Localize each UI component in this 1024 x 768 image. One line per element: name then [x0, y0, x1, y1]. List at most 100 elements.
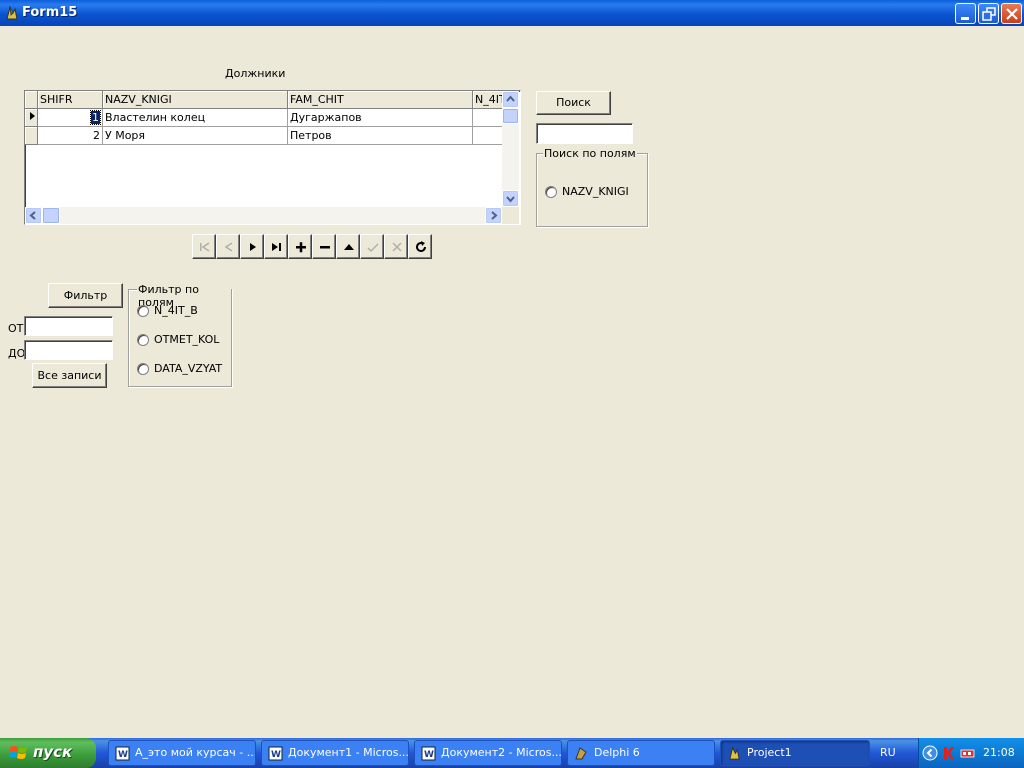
language-indicator[interactable]: RU: [880, 746, 896, 759]
radio-n-4it-b[interactable]: [137, 305, 149, 317]
grid-header-shifr[interactable]: SHIFR: [38, 91, 103, 109]
scroll-corner: [502, 207, 519, 224]
kaspersky-icon[interactable]: [941, 745, 957, 761]
table-cell[interactable]: Властелин колец: [103, 109, 288, 127]
scroll-left-button[interactable]: [25, 207, 42, 224]
grid-header-indicator: [25, 91, 38, 109]
insert-icon: [296, 242, 306, 253]
row-indicator[interactable]: [25, 127, 38, 145]
grid-caption: Должники: [225, 67, 286, 80]
grid-horizontal-scrollbar[interactable]: [25, 207, 502, 224]
system-tray: 21:08: [918, 738, 1024, 768]
from-label: ОТ: [8, 322, 24, 335]
nav-first-button[interactable]: [192, 234, 216, 259]
radio-nazv-knigi[interactable]: [545, 186, 557, 198]
taskbar-item-label: Delphi 6: [594, 746, 640, 759]
taskbar-item[interactable]: W Документ2 - Micros...: [414, 740, 562, 766]
search-group-caption: Поиск по полям: [543, 147, 637, 160]
taskbar-item[interactable]: Delphi 6: [567, 740, 715, 766]
restore-button[interactable]: [978, 3, 999, 24]
minimize-icon: [961, 17, 969, 20]
delphi-icon: [575, 747, 587, 760]
nav-delete-button[interactable]: [312, 234, 336, 259]
next-icon: [250, 243, 256, 251]
title-bar[interactable]: Form15: [0, 0, 1024, 26]
all-records-button[interactable]: Все записи: [32, 363, 107, 388]
grid-vertical-scrollbar[interactable]: [502, 91, 519, 207]
scroll-thumb[interactable]: [42, 207, 60, 224]
nav-edit-button[interactable]: [336, 234, 360, 259]
table-cell[interactable]: Дугаржапов: [288, 109, 473, 127]
row-indicator[interactable]: [25, 109, 38, 127]
refresh-icon: [416, 241, 426, 252]
grid-header-fam-chit[interactable]: FAM_CHIT: [288, 91, 473, 109]
nav-last-button[interactable]: [264, 234, 288, 259]
delphi-app-icon: [729, 746, 740, 760]
table-cell[interactable]: У Моря: [103, 127, 288, 145]
to-input[interactable]: [24, 340, 113, 360]
delete-icon: [320, 246, 330, 249]
minimize-button[interactable]: [955, 3, 976, 24]
first-icon: [200, 242, 210, 252]
scroll-down-button[interactable]: [502, 190, 519, 207]
current-row-arrow-icon: [30, 112, 35, 120]
radio-data-vzyat-label[interactable]: DATA_VZYAT: [154, 362, 222, 375]
start-label: пуск: [33, 743, 73, 761]
table-cell[interactable]: Петров: [288, 127, 473, 145]
scroll-up-icon: [506, 95, 515, 102]
taskbar-item[interactable]: W А_это мой курсач - ...: [108, 740, 256, 766]
word-document-icon: W: [268, 746, 283, 761]
nav-insert-button[interactable]: [288, 234, 312, 259]
window-title: Form15: [22, 5, 78, 20]
nav-next-button[interactable]: [240, 234, 264, 259]
cancel-icon: [392, 242, 402, 252]
from-input[interactable]: [24, 316, 113, 336]
taskbar-item-label: Project1: [747, 746, 792, 759]
radio-otmet-kol-label[interactable]: OTMET_KOL: [154, 333, 219, 346]
nav-prior-button[interactable]: [216, 234, 240, 259]
nav-cancel-button[interactable]: [384, 234, 408, 259]
prior-icon: [224, 242, 233, 252]
scroll-left-icon: [29, 211, 36, 220]
svg-text:W: W: [271, 750, 281, 760]
filter-button[interactable]: Фильтр: [48, 283, 123, 308]
taskbar-item[interactable]: Project1: [720, 740, 870, 766]
clock[interactable]: 21:08: [983, 746, 1015, 759]
tray-expand-icon[interactable]: [922, 745, 938, 761]
radio-n-4it-b-label[interactable]: N_4IT_B: [154, 304, 198, 317]
taskbar-item[interactable]: W Документ1 - Micros...: [261, 740, 409, 766]
to-label: ДО: [8, 347, 26, 360]
scroll-up-button[interactable]: [502, 91, 519, 108]
taskbar-item-label: А_это мой курсач - ...: [135, 746, 256, 759]
nav-post-button[interactable]: [360, 234, 384, 259]
search-input[interactable]: [536, 123, 633, 144]
post-icon: [367, 243, 379, 253]
taskbar: пуск W А_это мой курсач - ... W Документ…: [0, 738, 1024, 768]
edit-icon: [344, 244, 354, 250]
scroll-thumb[interactable]: [502, 108, 519, 124]
radio-otmet-kol[interactable]: [137, 334, 149, 346]
table-cell[interactable]: 2: [38, 127, 103, 145]
svg-text:W: W: [424, 750, 434, 760]
network-icon[interactable]: [959, 745, 977, 761]
taskbar-item-label: Документ1 - Micros...: [288, 746, 409, 759]
scroll-right-icon: [491, 211, 498, 220]
radio-data-vzyat[interactable]: [137, 363, 149, 375]
restore-icon: [982, 7, 996, 21]
nav-refresh-button[interactable]: [408, 234, 432, 259]
delphi-app-icon: [6, 5, 18, 20]
scroll-down-icon: [506, 196, 515, 203]
debtors-grid[interactable]: SHIFR NAZV_KNIGI FAM_CHIT N_4IT 1 Власте…: [24, 90, 521, 225]
scroll-right-button[interactable]: [485, 207, 502, 224]
grid-header-nazv-knigi[interactable]: NAZV_KNIGI: [103, 91, 288, 109]
radio-nazv-knigi-label[interactable]: NAZV_KNIGI: [562, 185, 629, 198]
table-cell[interactable]: 1: [38, 109, 103, 127]
close-icon: [1006, 8, 1018, 20]
start-button[interactable]: пуск: [0, 738, 96, 768]
word-document-icon: W: [421, 746, 436, 761]
cell-value: 1: [90, 110, 101, 125]
search-button[interactable]: Поиск: [536, 91, 611, 115]
svg-text:W: W: [118, 750, 128, 760]
close-button[interactable]: [1001, 3, 1022, 24]
windows-logo-icon: [9, 746, 27, 759]
